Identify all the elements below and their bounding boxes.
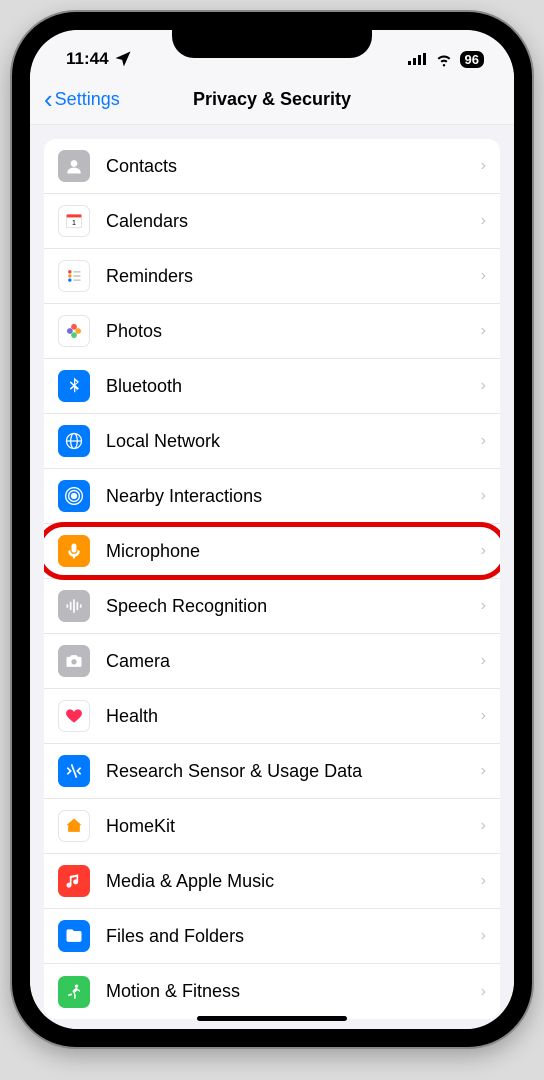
row-label: Microphone	[106, 541, 481, 562]
music-icon	[58, 865, 90, 897]
research-sensor-icon	[58, 755, 90, 787]
row-label: Files and Folders	[106, 926, 481, 947]
row-label: Reminders	[106, 266, 481, 287]
home-indicator[interactable]	[197, 1016, 347, 1021]
reminders-icon	[58, 260, 90, 292]
chevron-right-icon: ›	[481, 927, 486, 945]
row-label: Local Network	[106, 431, 481, 452]
row-photos[interactable]: Photos ›	[44, 304, 500, 359]
nearby-interactions-icon	[58, 480, 90, 512]
chevron-right-icon: ›	[481, 267, 486, 285]
navigation-bar: ‹ Settings Privacy & Security	[30, 78, 514, 125]
row-reminders[interactable]: Reminders ›	[44, 249, 500, 304]
row-label: Research Sensor & Usage Data	[106, 761, 481, 782]
row-media-apple-music[interactable]: Media & Apple Music ›	[44, 854, 500, 909]
settings-list-container: Contacts › 1 Calendars › Reminders ›	[30, 125, 514, 1029]
svg-text:1: 1	[72, 218, 76, 227]
chevron-right-icon: ›	[481, 212, 486, 230]
cellular-icon	[408, 49, 428, 69]
contacts-icon	[58, 150, 90, 182]
row-label: Photos	[106, 321, 481, 342]
bluetooth-icon	[58, 370, 90, 402]
status-right: 96	[408, 49, 484, 69]
motion-fitness-icon	[58, 976, 90, 1008]
phone-frame: 11:44 96 ‹ Settings Privacy & Securit	[12, 12, 532, 1047]
chevron-right-icon: ›	[481, 377, 486, 395]
battery-level: 96	[460, 51, 484, 68]
row-label: HomeKit	[106, 816, 481, 837]
row-label: Motion & Fitness	[106, 981, 481, 1002]
row-contacts[interactable]: Contacts ›	[44, 139, 500, 194]
microphone-icon	[58, 535, 90, 567]
row-research-sensor[interactable]: Research Sensor & Usage Data ›	[44, 744, 500, 799]
chevron-right-icon: ›	[481, 157, 486, 175]
row-homekit[interactable]: HomeKit ›	[44, 799, 500, 854]
row-speech-recognition[interactable]: Speech Recognition ›	[44, 579, 500, 634]
camera-icon	[58, 645, 90, 677]
row-label: Speech Recognition	[106, 596, 481, 617]
homekit-icon	[58, 810, 90, 842]
status-time: 11:44	[66, 49, 109, 69]
row-label: Camera	[106, 651, 481, 672]
wifi-icon	[434, 49, 454, 69]
health-icon	[58, 700, 90, 732]
chevron-left-icon: ‹	[44, 86, 53, 112]
chevron-right-icon: ›	[481, 652, 486, 670]
row-local-network[interactable]: Local Network ›	[44, 414, 500, 469]
chevron-right-icon: ›	[481, 762, 486, 780]
screen: 11:44 96 ‹ Settings Privacy & Securit	[30, 30, 514, 1029]
folder-icon	[58, 920, 90, 952]
row-health[interactable]: Health ›	[44, 689, 500, 744]
local-network-icon	[58, 425, 90, 457]
chevron-right-icon: ›	[481, 597, 486, 615]
row-label: Calendars	[106, 211, 481, 232]
status-left: 11:44	[66, 49, 133, 69]
calendars-icon: 1	[58, 205, 90, 237]
chevron-right-icon: ›	[481, 322, 486, 340]
row-microphone[interactable]: Microphone ›	[44, 524, 500, 579]
location-icon	[113, 49, 133, 69]
chevron-right-icon: ›	[481, 817, 486, 835]
back-label: Settings	[55, 89, 120, 110]
back-button[interactable]: ‹ Settings	[44, 86, 120, 112]
chevron-right-icon: ›	[481, 432, 486, 450]
chevron-right-icon: ›	[481, 542, 486, 560]
row-motion-fitness[interactable]: Motion & Fitness ›	[44, 964, 500, 1019]
chevron-right-icon: ›	[481, 487, 486, 505]
row-calendars[interactable]: 1 Calendars ›	[44, 194, 500, 249]
notch	[172, 28, 372, 58]
row-label: Bluetooth	[106, 376, 481, 397]
row-files-folders[interactable]: Files and Folders ›	[44, 909, 500, 964]
speech-recognition-icon	[58, 590, 90, 622]
row-label: Media & Apple Music	[106, 871, 481, 892]
settings-list[interactable]: Contacts › 1 Calendars › Reminders ›	[44, 139, 500, 1019]
row-camera[interactable]: Camera ›	[44, 634, 500, 689]
chevron-right-icon: ›	[481, 707, 486, 725]
row-label: Contacts	[106, 156, 481, 177]
chevron-right-icon: ›	[481, 983, 486, 1001]
photos-icon	[58, 315, 90, 347]
row-label: Health	[106, 706, 481, 727]
page-title: Privacy & Security	[193, 89, 351, 110]
chevron-right-icon: ›	[481, 872, 486, 890]
row-nearby-interactions[interactable]: Nearby Interactions ›	[44, 469, 500, 524]
row-label: Nearby Interactions	[106, 486, 481, 507]
row-bluetooth[interactable]: Bluetooth ›	[44, 359, 500, 414]
